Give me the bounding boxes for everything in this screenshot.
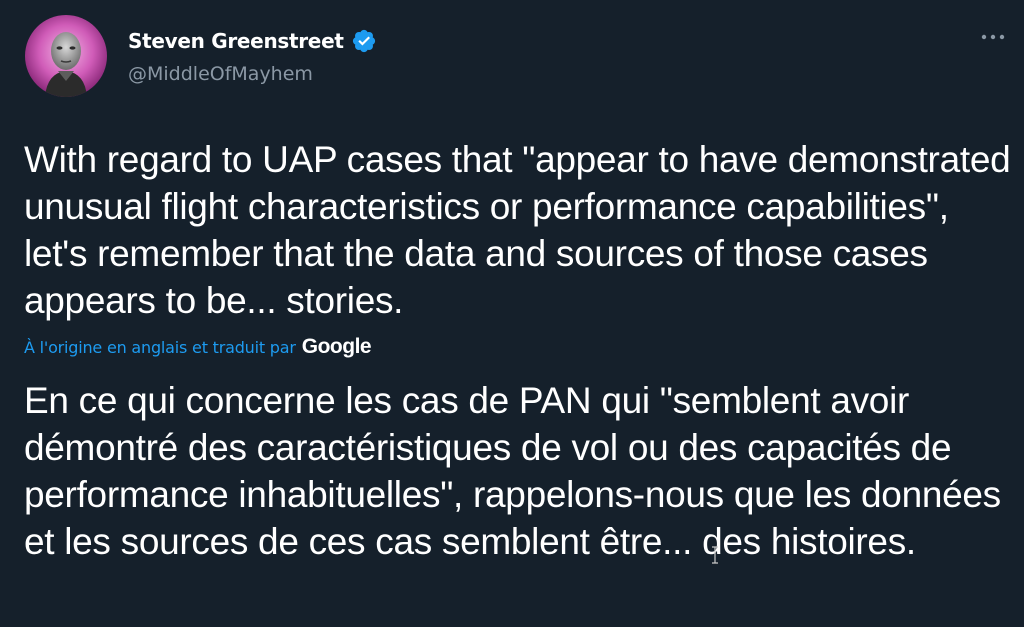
author-name-row: Steven Greenstreet <box>128 27 377 55</box>
avatar[interactable] <box>25 15 107 97</box>
google-logo: Google <box>301 335 372 358</box>
more-options-button[interactable] <box>976 22 1010 52</box>
translation-attribution-text: À l'origine en anglais et traduit par <box>24 337 296 357</box>
tweet-card: Steven Greenstreet @MiddleOfMayhem With … <box>0 0 1024 627</box>
tweet-text: With regard to UAP cases that "appear to… <box>24 139 1011 321</box>
verified-badge-icon <box>351 28 377 54</box>
author-display-name[interactable]: Steven Greenstreet <box>128 29 344 53</box>
translation-attribution[interactable]: À l'origine en anglais et traduit par Go… <box>24 334 372 360</box>
author-handle[interactable]: @MiddleOfMayhem <box>128 63 313 85</box>
avatar-photo <box>25 15 107 97</box>
translated-tweet-text: En ce qui concerne les cas de PAN qui "s… <box>24 380 1001 562</box>
more-options-icon <box>981 34 1005 40</box>
